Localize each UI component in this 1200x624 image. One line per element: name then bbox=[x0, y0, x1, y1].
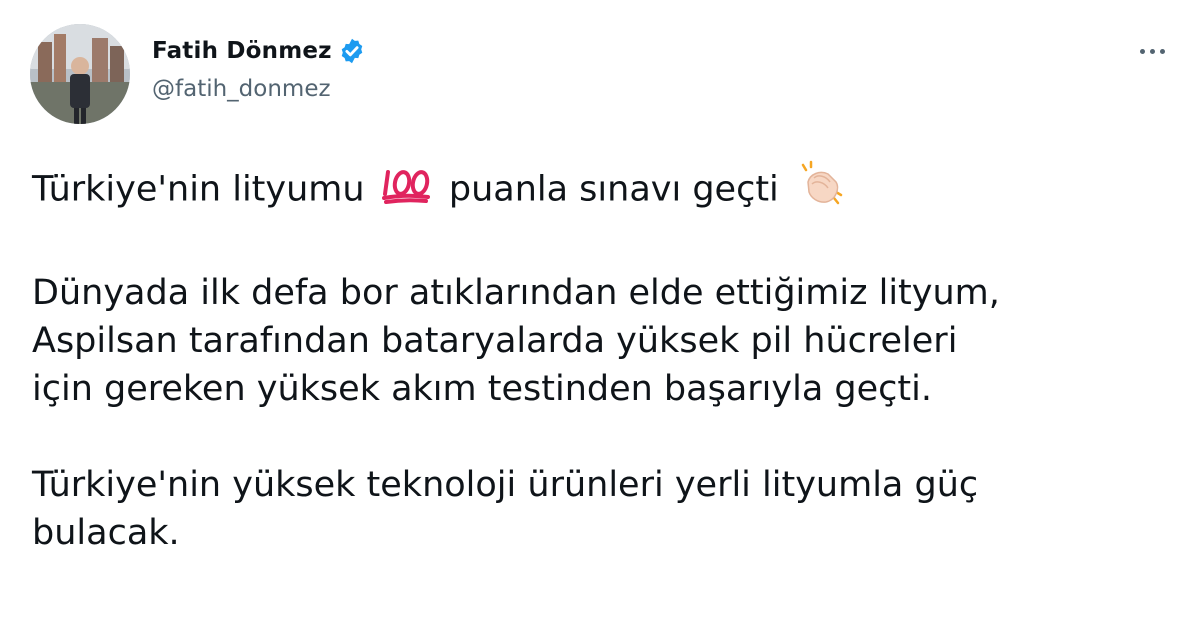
more-dot bbox=[1159, 48, 1165, 54]
tweet-paragraph-2: Dünyada ilk defa bor atıklarından elde e… bbox=[32, 269, 1172, 413]
tweet-text-segment: Türkiye'nin lityumu bbox=[32, 169, 365, 210]
tweet-line: için gereken yüksek akım testinden başar… bbox=[32, 369, 932, 409]
more-dot bbox=[1139, 48, 1145, 54]
author-display-name[interactable]: Fatih Dönmez bbox=[152, 38, 332, 64]
hundred-points-emoji bbox=[381, 164, 432, 217]
more-options-icon[interactable] bbox=[1132, 36, 1172, 66]
verified-badge-icon bbox=[338, 37, 366, 65]
avatar[interactable] bbox=[30, 24, 130, 124]
tweet-line: Türkiye'nin yüksek teknoloji ürünleri ye… bbox=[32, 465, 979, 505]
author-name-row[interactable]: Fatih Dönmez bbox=[152, 34, 366, 68]
more-dot bbox=[1149, 48, 1155, 54]
clapping-hands-emoji bbox=[796, 160, 844, 221]
tweet-card: Fatih Dönmez @fatih_donmez Türkiye'nin l… bbox=[0, 0, 1200, 624]
author-handle[interactable]: @fatih_donmez bbox=[152, 76, 331, 102]
tweet-line: Dünyada ilk defa bor atıklarından elde e… bbox=[32, 273, 1000, 313]
tweet-text: Türkiye'nin lityumu puanla sınavı geçti bbox=[32, 160, 1172, 557]
tweet-line: Aspilsan tarafından bataryalarda yüksek … bbox=[32, 321, 958, 361]
tweet-text-segment: puanla sınavı geçti bbox=[448, 169, 779, 210]
tweet-paragraph-1: Türkiye'nin lityumu puanla sınavı geçti bbox=[32, 160, 1172, 221]
avatar-photo bbox=[30, 24, 130, 124]
tweet-line: bulacak. bbox=[32, 513, 180, 553]
tweet-paragraph-3: Türkiye'nin yüksek teknoloji ürünleri ye… bbox=[32, 461, 1172, 557]
